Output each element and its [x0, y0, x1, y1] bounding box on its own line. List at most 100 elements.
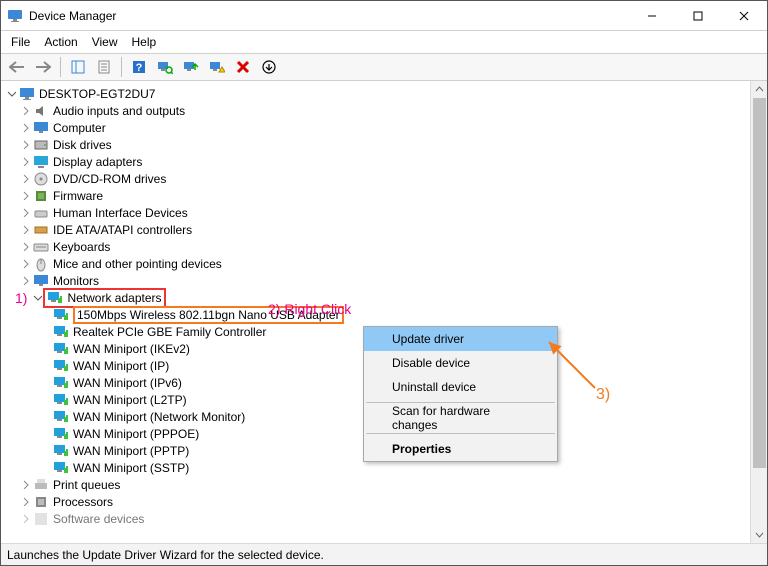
- expand-icon[interactable]: [17, 225, 33, 234]
- tree-item[interactable]: Software devices: [3, 510, 750, 527]
- expand-icon[interactable]: [17, 259, 33, 268]
- device-tree[interactable]: DESKTOP-EGT2DU7 Audio inputs and outputs…: [1, 81, 750, 543]
- ctx-label: Disable device: [392, 356, 470, 370]
- network-icon: [53, 341, 69, 357]
- network-icon: [53, 324, 69, 340]
- cat-label: IDE ATA/ATAPI controllers: [53, 223, 192, 237]
- collapse-icon[interactable]: [3, 89, 19, 98]
- disable-device-button[interactable]: [205, 55, 229, 79]
- tree-item[interactable]: Display adapters: [3, 153, 750, 170]
- ctx-update-driver[interactable]: Update driver: [364, 327, 557, 351]
- cat-label: Monitors: [53, 274, 99, 288]
- cat-label: Human Interface Devices: [53, 206, 188, 220]
- status-bar: Launches the Update Driver Wizard for th…: [1, 543, 767, 565]
- scan-hardware-button[interactable]: [153, 55, 177, 79]
- monitor-icon: [33, 273, 49, 289]
- device-label: 150Mbps Wireless 802.11bgn Nano USB Adap…: [77, 308, 340, 322]
- maximize-button[interactable]: [675, 1, 721, 31]
- cat-label: Software devices: [53, 512, 144, 526]
- help-button[interactable]: ?: [127, 55, 151, 79]
- keyboard-icon: [33, 239, 49, 255]
- ctx-uninstall-device[interactable]: Uninstall device: [364, 375, 557, 399]
- device-label: WAN Miniport (IP): [73, 359, 169, 373]
- expand-icon[interactable]: [17, 106, 33, 115]
- ctx-scan-hardware[interactable]: Scan for hardware changes: [364, 406, 557, 430]
- app-icon: [7, 8, 23, 24]
- tree-item[interactable]: Human Interface Devices: [3, 204, 750, 221]
- menu-help[interactable]: Help: [126, 33, 163, 51]
- device-label: WAN Miniport (PPTP): [73, 444, 189, 458]
- expand-icon[interactable]: [17, 514, 33, 523]
- tree-item[interactable]: Firmware: [3, 187, 750, 204]
- scroll-down-button[interactable]: [751, 526, 767, 543]
- ctx-separator: [366, 433, 555, 434]
- tree-item[interactable]: Audio inputs and outputs: [3, 102, 750, 119]
- ctx-label: Properties: [392, 442, 451, 456]
- cat-label: Keyboards: [53, 240, 110, 254]
- device-label: WAN Miniport (L2TP): [73, 393, 187, 407]
- annotation-1: 1): [15, 290, 27, 306]
- device-label: Realtek PCIe GBE Family Controller: [73, 325, 266, 339]
- device-label: WAN Miniport (IKEv2): [73, 342, 190, 356]
- tree-item-selected-adapter[interactable]: 150Mbps Wireless 802.11bgn Nano USB Adap…: [3, 306, 750, 323]
- update-driver-button[interactable]: [179, 55, 203, 79]
- tree-item[interactable]: Processors: [3, 493, 750, 510]
- show-hide-console-tree-button[interactable]: [66, 55, 90, 79]
- menu-file[interactable]: File: [5, 33, 36, 51]
- back-button[interactable]: [5, 55, 29, 79]
- ctx-properties[interactable]: Properties: [364, 437, 557, 461]
- expand-icon[interactable]: [17, 276, 33, 285]
- tree-root[interactable]: DESKTOP-EGT2DU7: [3, 85, 750, 102]
- ctx-separator: [366, 402, 555, 403]
- device-label: WAN Miniport (Network Monitor): [73, 410, 245, 424]
- hid-icon: [33, 205, 49, 221]
- expand-icon[interactable]: [17, 208, 33, 217]
- device-label: WAN Miniport (PPPOE): [73, 427, 199, 441]
- uninstall-device-button[interactable]: [231, 55, 255, 79]
- forward-button[interactable]: [31, 55, 55, 79]
- computer-icon: [33, 120, 49, 136]
- enable-device-button[interactable]: [257, 55, 281, 79]
- ctx-disable-device[interactable]: Disable device: [364, 351, 557, 375]
- dvd-icon: [33, 171, 49, 187]
- menu-action[interactable]: Action: [38, 33, 83, 51]
- network-icon: [53, 307, 69, 323]
- firmware-icon: [33, 188, 49, 204]
- network-icon: [53, 460, 69, 476]
- tree-item[interactable]: DVD/CD-ROM drives: [3, 170, 750, 187]
- display-icon: [33, 154, 49, 170]
- device-label: WAN Miniport (SSTP): [73, 461, 189, 475]
- expand-icon[interactable]: [17, 174, 33, 183]
- tree-item-network-adapters[interactable]: 1) Network adapters: [1, 289, 750, 306]
- ide-icon: [33, 222, 49, 238]
- ctx-label: Scan for hardware changes: [392, 404, 535, 432]
- menu-view[interactable]: View: [86, 33, 124, 51]
- tree-item[interactable]: Keyboards: [3, 238, 750, 255]
- computer-icon: [19, 86, 35, 102]
- tree-item[interactable]: Monitors: [3, 272, 750, 289]
- tree-item[interactable]: IDE ATA/ATAPI controllers: [3, 221, 750, 238]
- expand-icon[interactable]: [17, 157, 33, 166]
- close-button[interactable]: [721, 1, 767, 31]
- tree-item[interactable]: Computer: [3, 119, 750, 136]
- tree-item[interactable]: Print queues: [3, 476, 750, 493]
- tree-item[interactable]: Mice and other pointing devices: [3, 255, 750, 272]
- vertical-scrollbar[interactable]: [750, 81, 767, 543]
- tree-item[interactable]: Disk drives: [3, 136, 750, 153]
- ctx-label: Uninstall device: [392, 380, 476, 394]
- scroll-up-button[interactable]: [751, 81, 767, 98]
- properties-button[interactable]: [92, 55, 116, 79]
- expand-icon[interactable]: [17, 480, 33, 489]
- expand-icon[interactable]: [17, 191, 33, 200]
- cat-label: Computer: [53, 121, 106, 135]
- minimize-button[interactable]: [629, 1, 675, 31]
- software-icon: [33, 511, 49, 527]
- expand-icon[interactable]: [17, 497, 33, 506]
- scroll-thumb[interactable]: [753, 98, 766, 468]
- expand-icon[interactable]: [17, 242, 33, 251]
- cat-label: Firmware: [53, 189, 103, 203]
- cat-label: Display adapters: [53, 155, 142, 169]
- expand-icon[interactable]: [17, 123, 33, 132]
- expand-icon[interactable]: [17, 140, 33, 149]
- cat-label: Audio inputs and outputs: [53, 104, 185, 118]
